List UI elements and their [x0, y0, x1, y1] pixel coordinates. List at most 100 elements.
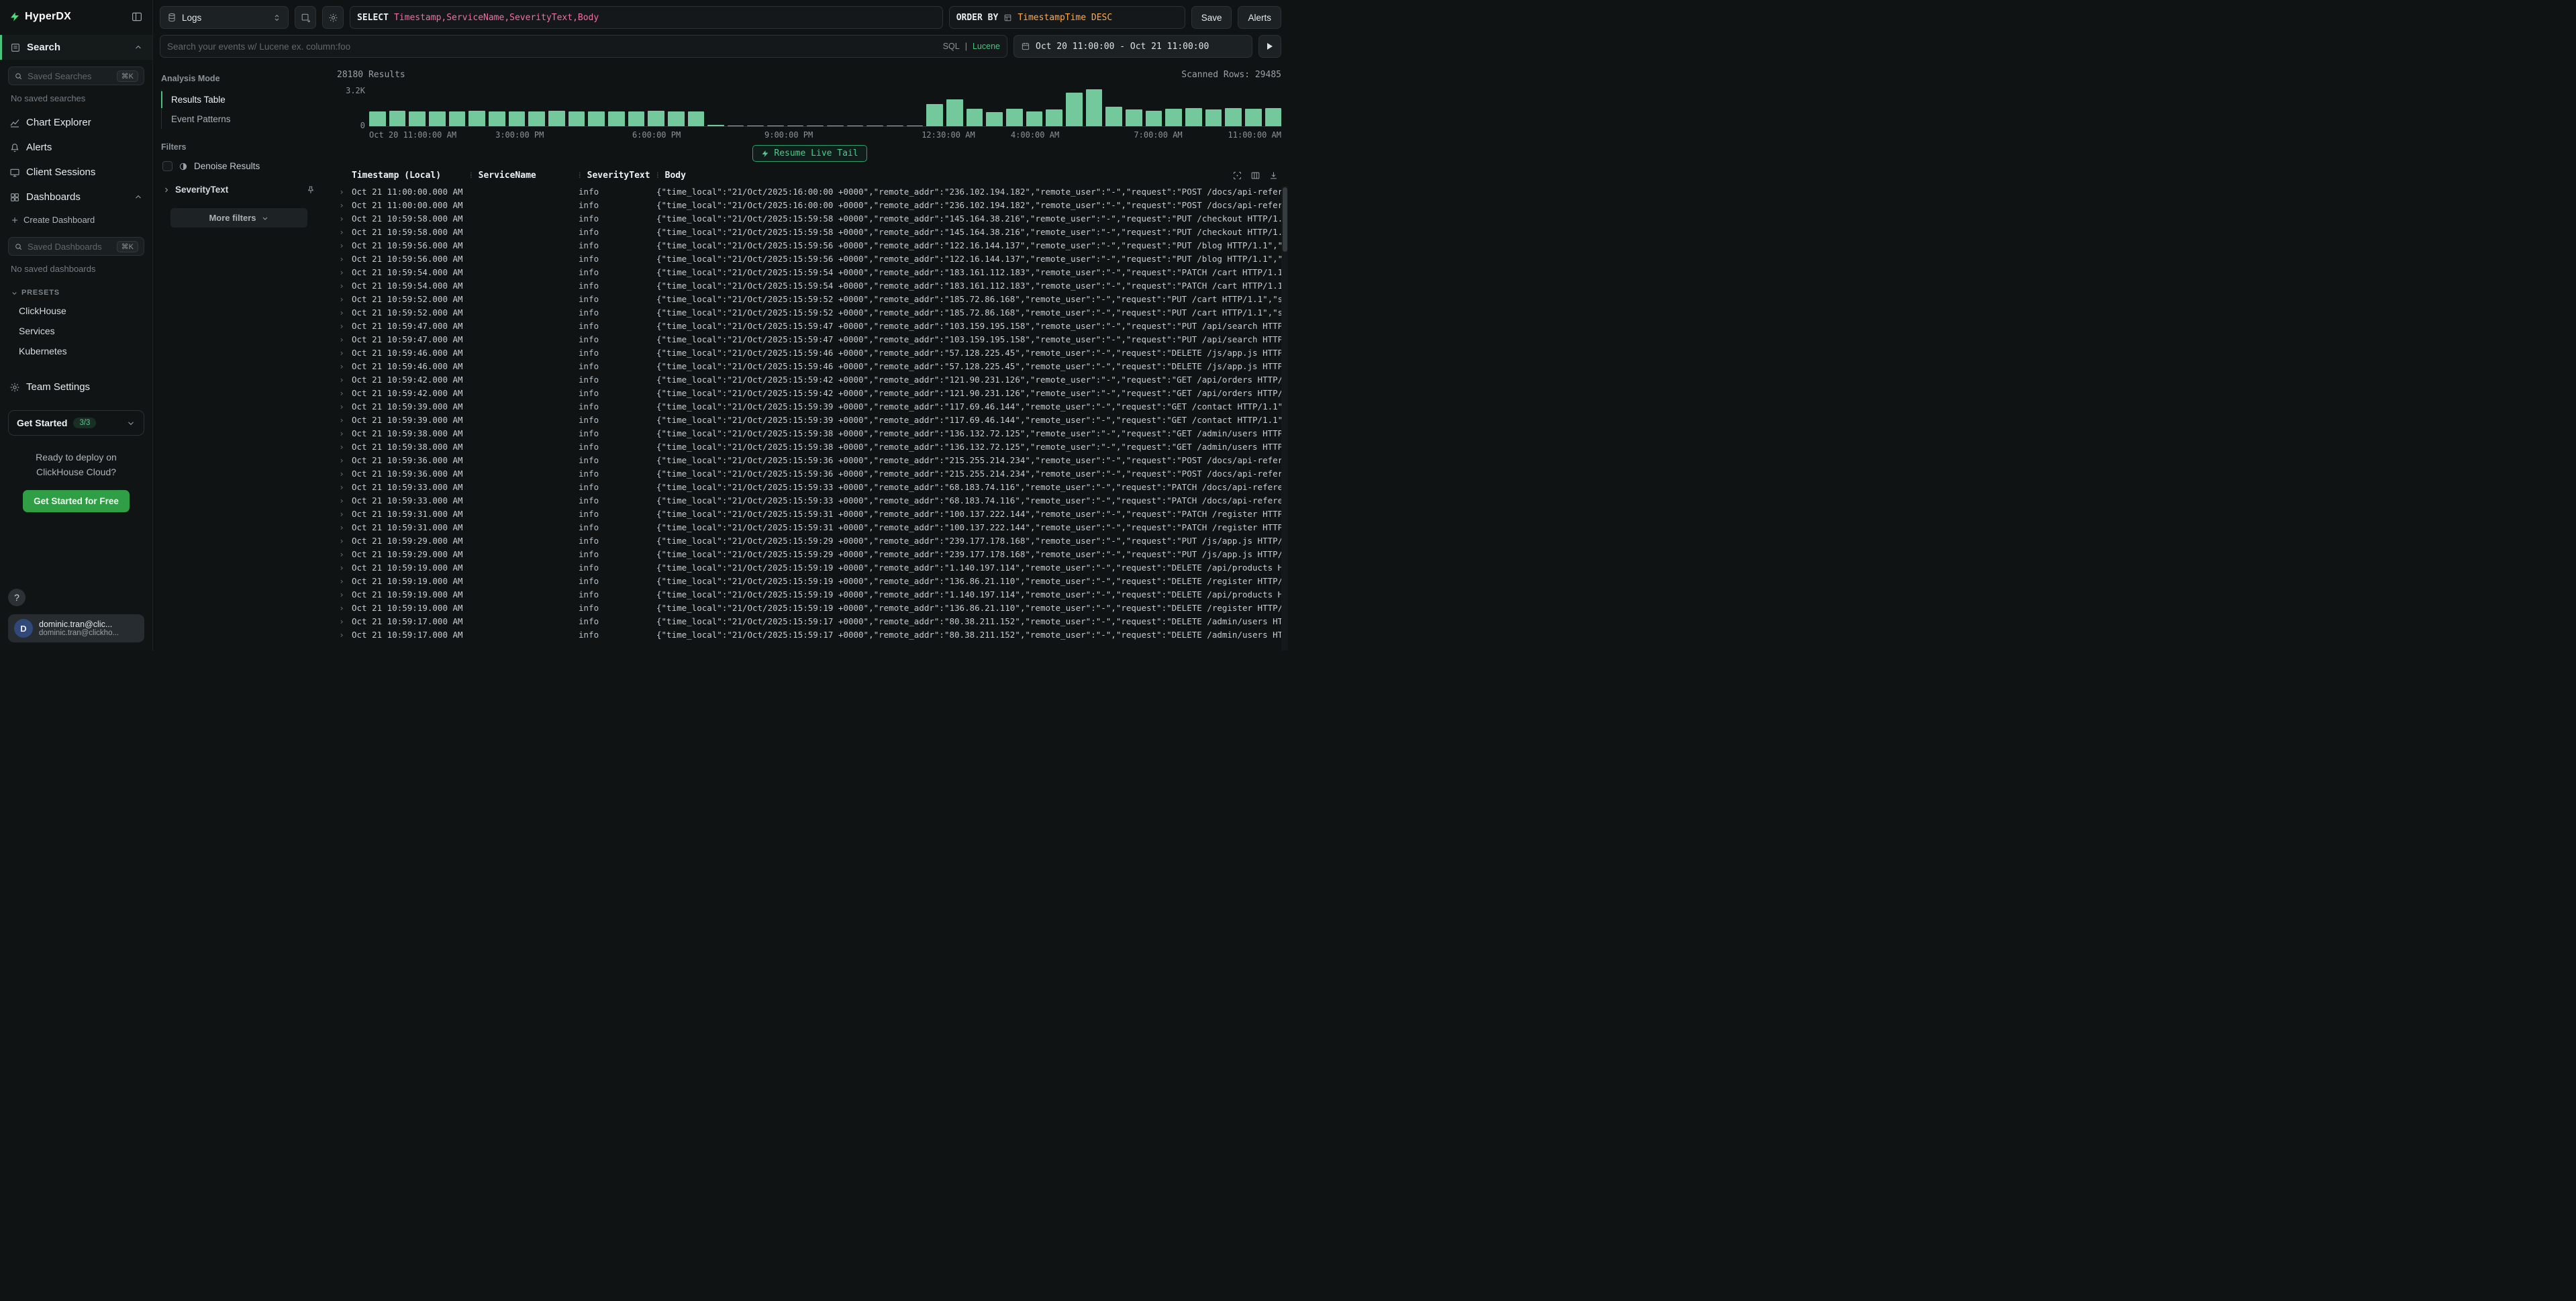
- histogram-bar[interactable]: [369, 111, 386, 126]
- header-servicename[interactable]: ServiceName: [470, 170, 579, 181]
- histogram-bar[interactable]: [429, 111, 446, 126]
- histogram-bar[interactable]: [409, 111, 426, 126]
- row-expand-chevron-icon[interactable]: ›: [332, 536, 352, 546]
- pin-icon[interactable]: [306, 185, 315, 195]
- row-expand-chevron-icon[interactable]: ›: [332, 549, 352, 559]
- table-row[interactable]: › Oct 21 10:59:42.000 AM info {"time_loc…: [332, 386, 1288, 399]
- table-row[interactable]: › Oct 21 10:59:31.000 AM info {"time_loc…: [332, 520, 1288, 534]
- histogram-bar[interactable]: [707, 125, 724, 126]
- histogram-bar[interactable]: [1105, 107, 1122, 126]
- row-expand-chevron-icon[interactable]: ›: [332, 200, 352, 210]
- row-expand-chevron-icon[interactable]: ›: [332, 442, 352, 452]
- histogram-bar[interactable]: [588, 111, 605, 126]
- source-select[interactable]: Logs: [160, 6, 289, 29]
- table-row[interactable]: › Oct 21 10:59:54.000 AM info {"time_loc…: [332, 265, 1288, 279]
- language-lucene-toggle[interactable]: Lucene: [973, 42, 1000, 51]
- get-started-card[interactable]: Get Started 3/3: [8, 410, 144, 436]
- row-expand-chevron-icon[interactable]: ›: [332, 522, 352, 532]
- table-row[interactable]: › Oct 21 10:59:33.000 AM info {"time_loc…: [332, 493, 1288, 507]
- histogram-bar[interactable]: [1165, 109, 1182, 126]
- histogram-bar[interactable]: [1225, 108, 1242, 127]
- table-row[interactable]: › Oct 21 10:59:31.000 AM info {"time_loc…: [332, 507, 1288, 520]
- sidebar-item-client-sessions[interactable]: Client Sessions: [0, 160, 152, 185]
- source-settings-button[interactable]: [322, 6, 344, 29]
- table-row[interactable]: › Oct 21 10:59:19.000 AM info {"time_loc…: [332, 561, 1288, 574]
- table-row[interactable]: › Oct 21 10:59:42.000 AM info {"time_loc…: [332, 373, 1288, 386]
- row-expand-chevron-icon[interactable]: ›: [332, 616, 352, 626]
- row-expand-chevron-icon[interactable]: ›: [332, 482, 352, 492]
- histogram-bar[interactable]: [568, 111, 585, 126]
- row-expand-chevron-icon[interactable]: ›: [332, 267, 352, 277]
- histogram-bar[interactable]: [986, 112, 1003, 126]
- row-expand-chevron-icon[interactable]: ›: [332, 469, 352, 479]
- row-expand-chevron-icon[interactable]: ›: [332, 428, 352, 438]
- table-row[interactable]: › Oct 21 10:59:17.000 AM info {"time_loc…: [332, 614, 1288, 628]
- event-search-input[interactable]: [167, 42, 938, 52]
- scrollbar-thumb[interactable]: [1283, 187, 1287, 252]
- sidebar-item-chart-explorer[interactable]: Chart Explorer: [0, 110, 152, 135]
- table-row[interactable]: › Oct 21 10:59:19.000 AM info {"time_loc…: [332, 587, 1288, 601]
- table-row[interactable]: › Oct 21 10:59:39.000 AM info {"time_loc…: [332, 413, 1288, 426]
- row-expand-chevron-icon[interactable]: ›: [332, 375, 352, 385]
- table-row[interactable]: › Oct 21 10:59:38.000 AM info {"time_loc…: [332, 440, 1288, 453]
- row-expand-chevron-icon[interactable]: ›: [332, 187, 352, 197]
- row-expand-chevron-icon[interactable]: ›: [332, 388, 352, 398]
- table-row[interactable]: › Oct 21 10:59:47.000 AM info {"time_loc…: [332, 332, 1288, 346]
- row-expand-chevron-icon[interactable]: ›: [332, 213, 352, 224]
- histogram-bar[interactable]: [668, 111, 685, 126]
- presets-section-toggle[interactable]: PRESETS: [0, 281, 152, 301]
- row-expand-chevron-icon[interactable]: ›: [332, 589, 352, 599]
- table-row[interactable]: › Oct 21 10:59:46.000 AM info {"time_loc…: [332, 359, 1288, 373]
- histogram-bar[interactable]: [1086, 89, 1103, 126]
- row-expand-chevron-icon[interactable]: ›: [332, 630, 352, 640]
- save-button[interactable]: Save: [1191, 6, 1232, 29]
- event-search-bar[interactable]: SQL | Lucene: [160, 35, 1007, 58]
- split-view-button[interactable]: [295, 6, 316, 29]
- table-row[interactable]: › Oct 21 10:59:38.000 AM info {"time_loc…: [332, 426, 1288, 440]
- table-row[interactable]: › Oct 21 11:00:00.000 AM info {"time_loc…: [332, 185, 1288, 198]
- histogram-bar[interactable]: [1046, 109, 1062, 126]
- histogram-bar[interactable]: [1245, 109, 1262, 126]
- download-icon[interactable]: [1269, 171, 1279, 181]
- sidebar-item-team-settings[interactable]: Team Settings: [0, 375, 152, 399]
- row-expand-chevron-icon[interactable]: ›: [332, 509, 352, 519]
- histogram-bar[interactable]: [489, 111, 505, 126]
- histogram-bar[interactable]: [1026, 111, 1043, 126]
- histogram-bar[interactable]: [967, 109, 983, 126]
- table-row[interactable]: › Oct 21 10:59:47.000 AM info {"time_loc…: [332, 319, 1288, 332]
- mode-event-patterns[interactable]: Event Patterns: [162, 109, 317, 129]
- histogram-bar[interactable]: [389, 111, 406, 126]
- table-row[interactable]: › Oct 21 10:59:58.000 AM info {"time_loc…: [332, 211, 1288, 225]
- help-button[interactable]: ?: [8, 589, 26, 606]
- histogram-bar[interactable]: [468, 111, 485, 126]
- table-row[interactable]: › Oct 21 10:59:54.000 AM info {"time_loc…: [332, 279, 1288, 292]
- saved-searches-search[interactable]: ⌘K: [8, 66, 144, 85]
- saved-dashboards-input[interactable]: [28, 242, 112, 252]
- row-expand-chevron-icon[interactable]: ›: [332, 321, 352, 331]
- sidebar-item-services[interactable]: Services: [0, 321, 152, 341]
- table-row[interactable]: › Oct 21 10:59:19.000 AM info {"time_loc…: [332, 601, 1288, 614]
- table-row[interactable]: › Oct 21 10:59:56.000 AM info {"time_loc…: [332, 252, 1288, 265]
- row-expand-chevron-icon[interactable]: ›: [332, 281, 352, 291]
- select-clause-editor[interactable]: SELECT Timestamp,ServiceName,SeverityTex…: [350, 6, 943, 29]
- saved-searches-input[interactable]: [28, 71, 112, 81]
- histogram-bar[interactable]: [1006, 109, 1023, 126]
- sidebar-item-search[interactable]: Search: [0, 35, 152, 60]
- histogram-bar[interactable]: [688, 111, 705, 126]
- histogram-bar[interactable]: [1265, 108, 1282, 126]
- table-row[interactable]: › Oct 21 10:59:36.000 AM info {"time_loc…: [332, 453, 1288, 467]
- language-sql-toggle[interactable]: SQL: [943, 42, 960, 51]
- histogram-bar[interactable]: [946, 99, 963, 126]
- table-row[interactable]: › Oct 21 10:59:29.000 AM info {"time_loc…: [332, 534, 1288, 547]
- histogram-bar[interactable]: [1126, 109, 1142, 126]
- row-expand-chevron-icon[interactable]: ›: [332, 361, 352, 371]
- scrollbar-track[interactable]: [1281, 186, 1288, 650]
- sidebar-item-alerts[interactable]: Alerts: [0, 135, 152, 160]
- table-row[interactable]: › Oct 21 10:59:58.000 AM info {"time_loc…: [332, 225, 1288, 238]
- table-row[interactable]: › Oct 21 10:59:29.000 AM info {"time_loc…: [332, 547, 1288, 561]
- table-row[interactable]: › Oct 21 10:59:39.000 AM info {"time_loc…: [332, 399, 1288, 413]
- histogram-bar[interactable]: [628, 111, 645, 126]
- histogram-bar[interactable]: [1205, 109, 1222, 126]
- sidebar-item-dashboards[interactable]: Dashboards: [0, 185, 152, 209]
- histogram-bar[interactable]: [528, 111, 545, 126]
